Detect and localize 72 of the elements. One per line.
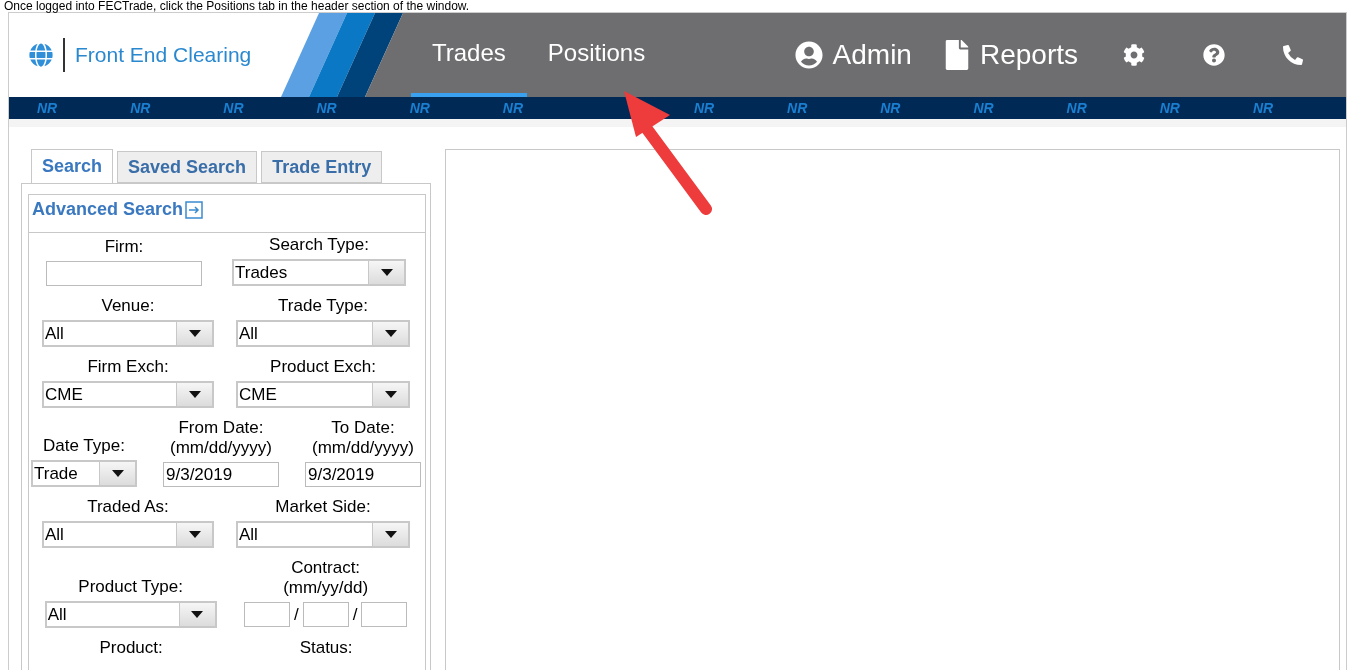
caret-icon xyxy=(372,383,408,406)
ticker-text: NR xyxy=(693,98,716,118)
separator-text: / xyxy=(352,604,358,626)
panel-tab[interactable]: Search xyxy=(31,149,114,184)
field-label: Firm Exch: xyxy=(87,357,169,377)
field-label: Venue: xyxy=(101,296,155,316)
ticker-text: NR xyxy=(316,98,338,118)
dropdown[interactable]: All xyxy=(42,320,214,347)
caret-icon xyxy=(176,322,212,345)
field-label: Trade Type: xyxy=(278,296,368,316)
field-hint: (mm/dd/yyyy) xyxy=(312,438,414,458)
dropdown[interactable]: Trade xyxy=(31,460,137,487)
field-label: Traded As: xyxy=(87,497,169,517)
ticker-text: NR xyxy=(1066,98,1088,118)
caret-icon xyxy=(368,261,404,284)
ticker-text: NR xyxy=(787,98,809,118)
field-label: Contract: xyxy=(291,558,361,578)
ticker-text: NR xyxy=(37,98,59,118)
field-label: Status: xyxy=(299,637,353,658)
header-link[interactable]: Admin xyxy=(778,34,928,76)
field-hint: (mm/dd/yyyy) xyxy=(170,438,272,458)
panel-tab[interactable]: Trade Entry xyxy=(261,151,383,183)
caret-icon xyxy=(176,523,212,546)
field-label: Product Type: xyxy=(78,576,183,597)
app-title: Front End Clearing xyxy=(75,42,252,69)
nav-tab[interactable]: Positions xyxy=(526,13,667,97)
advanced-search-link[interactable]: Advanced Search xyxy=(32,196,204,223)
caret-icon xyxy=(178,602,215,626)
header-link-label: Admin xyxy=(832,38,912,72)
separator-text: / xyxy=(293,604,299,626)
field-hint: (mm/yy/dd) xyxy=(283,578,369,598)
document-icon xyxy=(943,40,970,70)
header-link-label: Reports xyxy=(979,38,1078,72)
expand-icon xyxy=(185,200,204,219)
field-label: Product: xyxy=(99,637,163,658)
ticker-text: NR xyxy=(409,98,431,118)
field-label: Firm: xyxy=(104,237,144,257)
field-label: Product Exch: xyxy=(270,357,376,377)
caret-icon xyxy=(176,383,212,406)
field-label: Search Type: xyxy=(269,235,369,255)
globe-icon xyxy=(29,43,53,67)
dropdown[interactable]: CME xyxy=(42,381,214,408)
user-icon xyxy=(794,41,823,69)
dropdown[interactable]: All xyxy=(236,521,410,548)
dropdown[interactable]: All xyxy=(44,600,217,628)
dropdown[interactable]: CME xyxy=(236,381,410,408)
ticker-text: NR xyxy=(223,98,245,118)
text-field[interactable] xyxy=(361,602,408,628)
field-label: Date Type: xyxy=(43,436,125,456)
field-label: To Date: xyxy=(331,418,395,438)
field-label: From Date: xyxy=(178,418,264,438)
text-field[interactable]: 9/3/2019 xyxy=(305,462,421,487)
ticker-text: NR xyxy=(502,98,524,118)
dropdown[interactable]: Trades xyxy=(232,259,406,286)
ticker-text: NR xyxy=(973,98,995,118)
caret-icon xyxy=(372,322,408,345)
text-field[interactable] xyxy=(243,602,290,628)
ticker-text: NR xyxy=(1159,98,1181,118)
caret-icon xyxy=(99,462,135,485)
text-field[interactable] xyxy=(302,602,349,628)
ticker-text: NR xyxy=(880,98,902,118)
caption-text: Once logged into FECTrade, click the Positions tab in the header section of the window. xyxy=(3,0,471,12)
ticker-text: NR xyxy=(1252,98,1275,118)
dropdown[interactable]: All xyxy=(42,521,214,548)
text-field[interactable] xyxy=(46,261,202,286)
header-link[interactable]: Reports xyxy=(927,34,1094,76)
ticker-text: NR xyxy=(130,98,152,118)
field-label: Market Side: xyxy=(275,497,371,517)
text-field[interactable]: 9/3/2019 xyxy=(163,462,279,487)
dropdown[interactable]: All xyxy=(236,320,410,347)
panel-tab[interactable]: Saved Search xyxy=(117,151,258,183)
caret-icon xyxy=(372,523,408,546)
